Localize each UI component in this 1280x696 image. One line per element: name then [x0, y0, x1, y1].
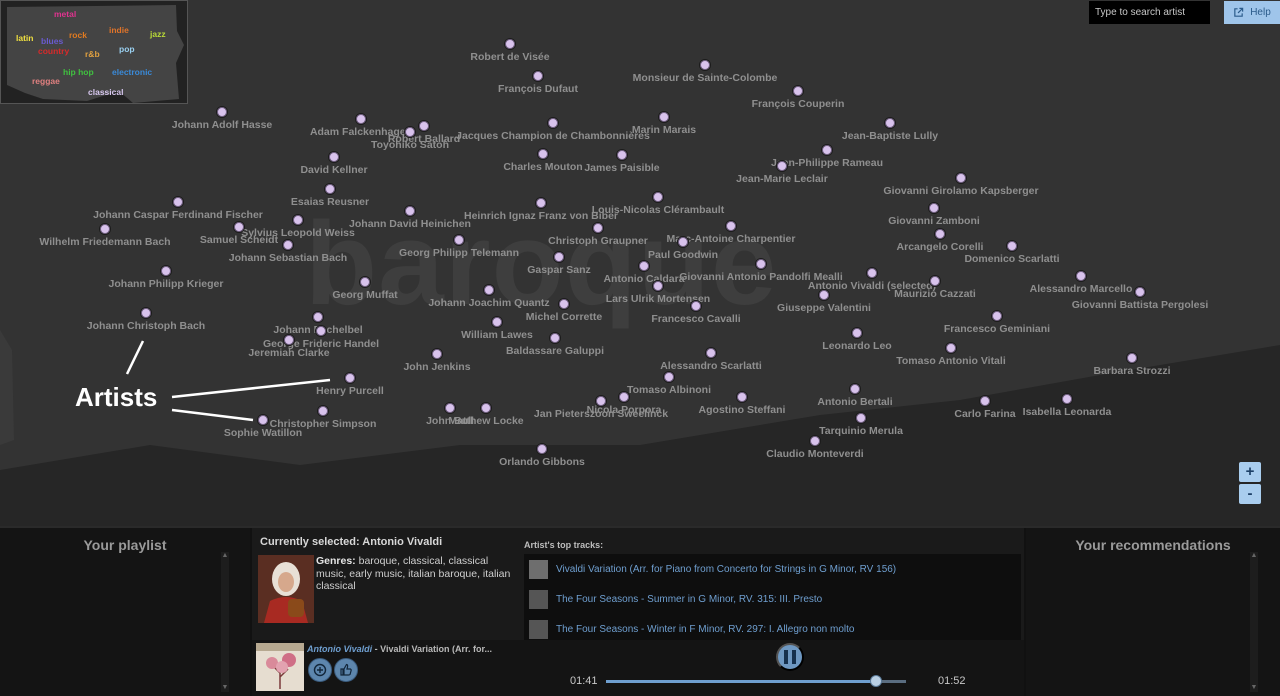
pause-icon-bar	[784, 650, 788, 664]
recommendations-panel: Your recommendations ▲ ▼	[1026, 528, 1280, 696]
add-circle-icon	[313, 663, 327, 677]
minimap-genre-label: electronic	[112, 67, 153, 77]
track-item[interactable]: The Four Seasons - Winter in F Minor, RV…	[524, 614, 1004, 640]
app-root: baroque Robert de Visée François Dufaut Mo…	[0, 0, 1280, 696]
scroll-up-icon[interactable]: ▲	[221, 552, 229, 560]
top-tracks-list: Vivaldi Variation (Arr. for Piano from C…	[524, 554, 1021, 640]
minimap-genre-label: blues	[41, 36, 64, 46]
album-art	[256, 643, 304, 691]
minimap-genre-label: rock	[69, 30, 87, 40]
now-playing-text: Antonio Vivaldi - Vivaldi Variation (Arr…	[307, 644, 492, 654]
help-label: Help	[1250, 7, 1271, 18]
track-item[interactable]: Vivaldi Variation (Arr. for Piano from C…	[524, 554, 1004, 584]
seek-handle[interactable]	[870, 675, 882, 687]
recommendations-title: Your recommendations	[1075, 537, 1231, 553]
total-time: 01:52	[938, 675, 966, 687]
album-cover-icon	[256, 643, 304, 691]
minimap-genre-label: hip hop	[63, 67, 94, 77]
minimap-genre-label: classical	[88, 87, 124, 97]
playlist-panel: Your playlist ▲ ▼	[0, 528, 250, 696]
pause-button[interactable]	[776, 643, 804, 671]
minimap-genre-label: jazz	[150, 29, 166, 39]
track-thumbnail	[529, 589, 548, 609]
track-item[interactable]: The Four Seasons - Summer in G Minor, RV…	[524, 584, 1004, 614]
zoom-in-button[interactable]: +	[1239, 462, 1261, 482]
current-time: 01:41	[570, 675, 598, 687]
annotation-arrows	[125, 340, 331, 422]
playlist-scrollbar[interactable]: ▲ ▼	[221, 552, 229, 692]
external-link-icon	[1234, 7, 1244, 17]
scroll-up-icon[interactable]: ▲	[1250, 552, 1258, 560]
minimap-genre-label: reggae	[32, 76, 60, 86]
zoom-out-button[interactable]: -	[1239, 484, 1261, 504]
minimap-genre-label: metal	[54, 9, 77, 19]
player-bar: Antonio Vivaldi - Vivaldi Variation (Arr…	[252, 640, 1024, 696]
seek-progress	[606, 680, 876, 683]
like-button[interactable]	[334, 658, 358, 682]
track-title[interactable]: The Four Seasons - Summer in G Minor, RV…	[556, 594, 822, 605]
pause-icon-bar	[792, 650, 796, 664]
now-playing-separator: -	[372, 644, 381, 654]
minimap-genre-label: pop	[119, 44, 135, 54]
scroll-down-icon[interactable]: ▼	[1250, 684, 1258, 692]
track-thumbnail	[529, 559, 548, 579]
help-button[interactable]: Help	[1224, 1, 1280, 24]
recommendations-scrollbar[interactable]: ▲ ▼	[1250, 552, 1258, 692]
minimap-genre-label: latin	[16, 33, 34, 43]
search-input[interactable]	[1089, 1, 1210, 24]
selected-artist-title: Currently selected: Antonio Vivaldi	[260, 536, 443, 548]
minimap-genre-label: r&b	[85, 49, 100, 59]
playlist-title: Your playlist	[83, 537, 167, 553]
genres-text: Genres: baroque, classical, classical mu…	[316, 555, 521, 593]
scroll-down-icon[interactable]: ▼	[221, 684, 229, 692]
thumbs-up-icon	[340, 663, 352, 676]
minimap-genre-label: indie	[109, 25, 129, 35]
artist-map[interactable]: baroque Robert de Visée François Dufaut Mo…	[0, 0, 1280, 526]
artist-photo	[258, 555, 314, 623]
artist-info-panel: Currently selected: Antonio Vivaldi Genr…	[252, 528, 1024, 696]
top-tracks-title: Artist's top tracks:	[524, 540, 604, 550]
add-to-playlist-button[interactable]	[308, 658, 332, 682]
track-title[interactable]: The Four Seasons - Winter in F Minor, RV…	[556, 624, 854, 635]
minimap-genre-label: country	[38, 46, 70, 56]
seek-slider[interactable]	[606, 675, 906, 687]
track-thumbnail	[529, 619, 548, 639]
bottom-panel: Your playlist ▲ ▼ Currently selected: An…	[0, 526, 1280, 696]
now-playing-track: Vivaldi Variation (Arr. for...	[380, 644, 493, 654]
now-playing-artist[interactable]: Antonio Vivaldi	[307, 644, 372, 654]
annotation-label: Artists	[75, 382, 158, 412]
artist-portrait-icon	[258, 555, 314, 623]
genres-label: Genres:	[316, 555, 356, 567]
track-title[interactable]: Vivaldi Variation (Arr. for Piano from C…	[556, 564, 896, 575]
genre-minimap[interactable]: metal latin blues rock indie jazz country r&b po…	[0, 0, 188, 104]
